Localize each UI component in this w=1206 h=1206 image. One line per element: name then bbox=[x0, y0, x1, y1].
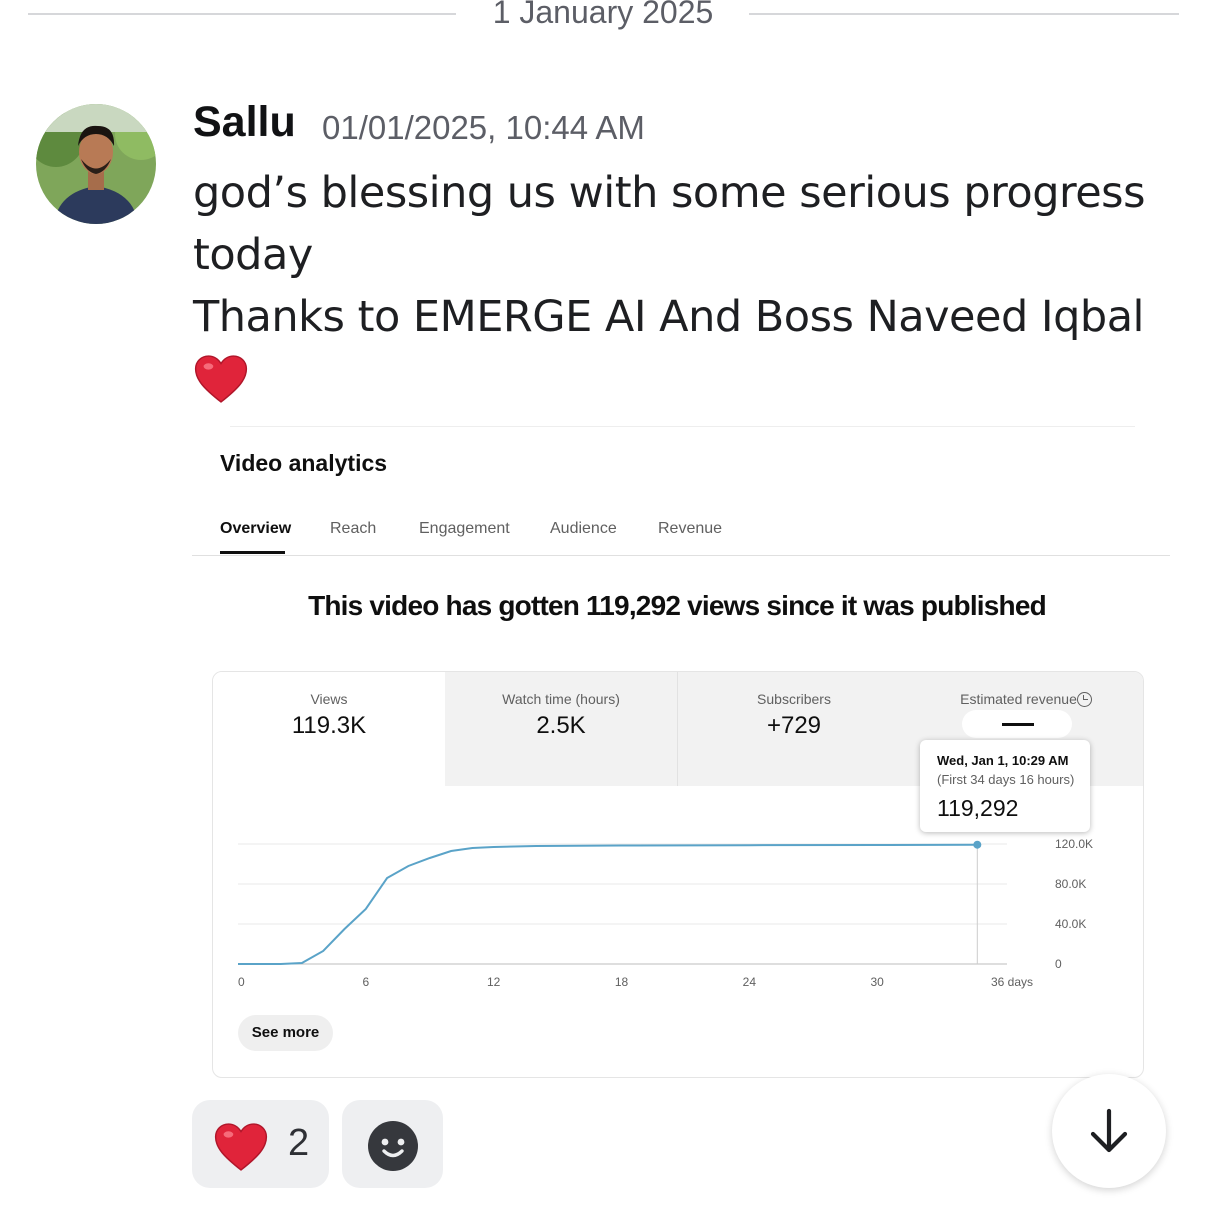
smiley-icon bbox=[368, 1121, 418, 1171]
y-axis-ticks: 0 40.0K 80.0K 120.0K bbox=[1055, 837, 1093, 971]
dash-icon bbox=[1002, 723, 1034, 726]
metric-label: Watch time (hours) bbox=[502, 691, 620, 707]
see-more-button: See more bbox=[238, 1015, 333, 1051]
message-line: Thanks to EMERGE AI And Boss Naveed Iqba… bbox=[193, 292, 1145, 342]
date-divider-label: 1 January 2025 bbox=[492, 0, 714, 30]
tooltip-value: 119,292 bbox=[937, 795, 1019, 821]
metric-label: Estimated revenue bbox=[960, 691, 1077, 707]
heart-emoji-icon bbox=[214, 1123, 268, 1171]
x-axis-ticks: 0 6 12 18 24 30 36 days bbox=[238, 975, 1033, 989]
metric-value: +729 bbox=[766, 712, 822, 739]
tab-audience: Audience bbox=[550, 520, 617, 537]
x-tick-label: 12 bbox=[487, 975, 501, 989]
chart-grid bbox=[238, 843, 1007, 965]
reaction-heart[interactable]: 2 bbox=[192, 1100, 329, 1188]
x-tick-label: 0 bbox=[238, 975, 245, 989]
x-tick-label: 6 bbox=[362, 975, 369, 989]
metric-value: 2.5K bbox=[536, 712, 586, 739]
y-tick-label: 120.0K bbox=[1055, 837, 1093, 851]
y-tick-label: 40.0K bbox=[1055, 917, 1086, 931]
tabs-divider bbox=[192, 555, 1170, 556]
y-tick-label: 80.0K bbox=[1055, 877, 1086, 891]
metric-label: Subscribers bbox=[757, 691, 831, 707]
tooltip-date: Wed, Jan 1, 10:29 AM bbox=[937, 753, 1069, 768]
y-tick-label: 0 bbox=[1055, 957, 1062, 971]
avatar[interactable] bbox=[36, 104, 156, 224]
metric-watch-time: Watch time (hours) 2.5K bbox=[445, 672, 678, 786]
metric-subscribers: Subscribers +729 bbox=[678, 672, 911, 786]
tab-overview: Overview bbox=[220, 520, 292, 537]
active-tab-indicator bbox=[220, 551, 285, 554]
views-series-line bbox=[238, 843, 978, 965]
views-line-chart: 0 40.0K 80.0K 120.0K 0 6 12 18 24 30 36 days bbox=[238, 837, 1093, 989]
views-headline: This video has gotten 119,292 views sinc… bbox=[308, 590, 1047, 621]
message-text: god’s blessing us with some serious prog… bbox=[193, 162, 1153, 348]
analytics-title: Video analytics bbox=[220, 450, 388, 476]
message-timestamp: 01/01/2025, 10:44 AM bbox=[322, 109, 645, 146]
scroll-to-bottom-button[interactable] bbox=[1052, 1074, 1166, 1188]
reaction-count: 2 bbox=[288, 1122, 310, 1164]
heart-emoji-icon bbox=[192, 350, 250, 408]
tooltip-subtitle: (First 34 days 16 hours) bbox=[937, 772, 1075, 787]
x-tick-label: 36 days bbox=[991, 975, 1033, 989]
revenue-value-pill bbox=[962, 710, 1072, 738]
metric-value: 119.3K bbox=[291, 712, 367, 739]
tab-reach: Reach bbox=[330, 520, 377, 537]
message-author[interactable]: Sallu bbox=[193, 98, 296, 147]
chart-tooltip: Wed, Jan 1, 10:29 AM (First 34 days 16 h… bbox=[920, 740, 1090, 832]
metric-label: Views bbox=[310, 691, 348, 707]
hover-point bbox=[973, 840, 982, 849]
message-line: god’s blessing us with some serious prog… bbox=[193, 168, 1146, 218]
clock-icon bbox=[1077, 692, 1092, 707]
add-reaction-button[interactable] bbox=[342, 1100, 443, 1188]
tab-engagement: Engagement bbox=[419, 520, 510, 537]
arrow-down-icon bbox=[1090, 1108, 1128, 1153]
x-tick-label: 30 bbox=[870, 975, 884, 989]
message-line: today bbox=[193, 230, 313, 280]
metric-views: Views 119.3K bbox=[213, 672, 446, 786]
tab-revenue: Revenue bbox=[658, 520, 723, 537]
x-tick-label: 18 bbox=[615, 975, 629, 989]
attachment-top-rule bbox=[230, 426, 1135, 427]
x-tick-label: 24 bbox=[743, 975, 757, 989]
